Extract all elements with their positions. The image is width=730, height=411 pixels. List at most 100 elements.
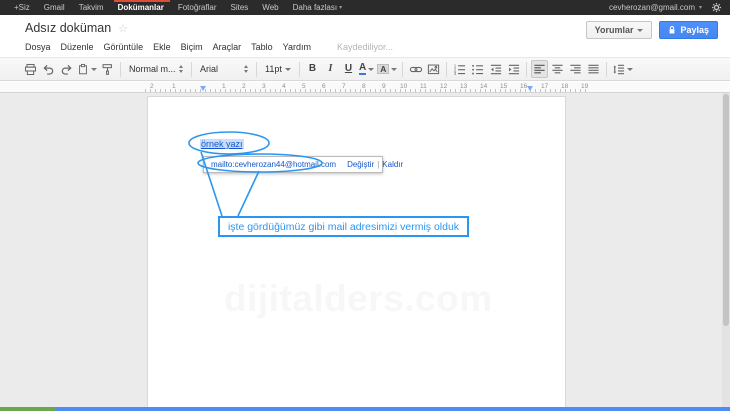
document-header: Adsız doküman ☆ Dosya Düzenle Görüntüle Ekl… (0, 15, 730, 57)
menu-item[interactable]: Düzenle (61, 42, 94, 52)
paint-format-button[interactable] (99, 60, 116, 78)
topbar-link[interactable]: Takvim (73, 0, 112, 15)
align-center-button[interactable] (549, 60, 566, 78)
ruler-number: 5 (302, 83, 306, 90)
toolbar-separator (191, 62, 192, 77)
link-change-button[interactable]: Değiştir (347, 160, 374, 169)
outdent-icon (489, 63, 502, 76)
video-progress-bar[interactable] (0, 407, 730, 411)
numbered-list-button[interactable]: 123 (451, 60, 468, 78)
topbar-link[interactable]: Gmail (38, 0, 73, 15)
toolbar-separator (120, 62, 121, 77)
right-indent-marker[interactable] (527, 86, 533, 91)
numbered-list-icon: 123 (453, 63, 466, 76)
redo-icon (60, 63, 73, 76)
lock-icon (668, 25, 676, 35)
highlight-color-button[interactable]: A (376, 60, 398, 78)
video-progress-played (0, 407, 55, 411)
account-email[interactable]: cevherozan@gmail.com (609, 3, 695, 12)
topbar-link[interactable]: Daha fazlası▾ (287, 0, 348, 15)
share-button[interactable]: Paylaş (659, 21, 718, 39)
menu-item[interactable]: Araçlar (213, 42, 242, 52)
align-justify-button[interactable] (585, 60, 602, 78)
toolbar-separator (446, 62, 447, 77)
image-icon (427, 63, 440, 76)
bulleted-list-button[interactable] (469, 60, 486, 78)
text-color-icon: A (359, 63, 366, 76)
highlight-icon: A (377, 64, 389, 75)
undo-button[interactable] (40, 60, 57, 78)
scrollbar-track[interactable] (722, 93, 730, 407)
menu-item[interactable]: Dosya (25, 42, 51, 52)
document-page[interactable]: dijitalders.com örnek yazı mailto:cevher… (147, 96, 566, 407)
gear-button[interactable] (711, 2, 722, 13)
ruler-number: 8 (362, 83, 366, 90)
underline-button[interactable]: U (340, 60, 357, 78)
ruler: 2112345678910111213141516171819 (0, 82, 730, 93)
menu-item[interactable]: Görüntüle (104, 42, 144, 52)
left-indent-marker[interactable] (200, 86, 206, 91)
paste-button[interactable] (76, 60, 98, 78)
saving-status: Kaydediliyor... (337, 42, 393, 52)
align-justify-icon (587, 63, 600, 76)
font-size-value: 11pt (265, 64, 282, 74)
styles-dropdown[interactable]: Normal m... (125, 60, 187, 78)
scrollbar-thumb[interactable] (723, 94, 729, 326)
ruler-number: 13 (460, 83, 467, 90)
topbar-link[interactable]: Web (256, 0, 286, 15)
styles-value: Normal m... (129, 64, 176, 74)
line-spacing-button[interactable] (611, 60, 634, 78)
indent-icon (507, 63, 520, 76)
star-icon[interactable]: ☆ (118, 22, 128, 35)
gear-icon (711, 2, 722, 13)
doc-title-row: Adsız doküman ☆ (25, 21, 128, 35)
ruler-number: 19 (581, 83, 588, 90)
underline-icon: U (345, 64, 352, 74)
redo-button[interactable] (58, 60, 75, 78)
italic-button[interactable]: I (322, 60, 339, 78)
text-color-button[interactable]: A (358, 60, 375, 78)
topbar-link[interactable]: Dokümanlar (112, 0, 172, 15)
selected-link-text[interactable]: örnek yazı (200, 139, 244, 149)
comments-button-label: Yorumlar (595, 25, 634, 35)
align-left-button[interactable] (531, 60, 548, 78)
ruler-number: 14 (480, 83, 487, 90)
link-remove-button[interactable]: Kaldır (382, 160, 403, 169)
topbar-link[interactable]: Sites (225, 0, 257, 15)
caret-down-icon (391, 68, 397, 71)
ruler-number: 9 (382, 83, 386, 90)
menu-item[interactable]: Tablo (251, 42, 273, 52)
link-bubble-url[interactable]: mailto:cevherozan44@hotmail.com (211, 160, 336, 169)
align-right-button[interactable] (567, 60, 584, 78)
insert-image-button[interactable] (425, 60, 442, 78)
caret-down-icon (91, 68, 97, 71)
ruler-number: 2 (242, 83, 246, 90)
outdent-button[interactable] (487, 60, 504, 78)
indent-button[interactable] (505, 60, 522, 78)
comments-button[interactable]: Yorumlar (586, 21, 653, 39)
document-title[interactable]: Adsız doküman (25, 21, 111, 35)
ruler-number: 3 (262, 83, 266, 90)
menu-item[interactable]: Biçim (181, 42, 203, 52)
ruler-number: 17 (541, 83, 548, 90)
topbar-link[interactable]: Fotoğraflar (172, 0, 225, 15)
align-right-icon (569, 63, 582, 76)
ruler-number: 7 (342, 83, 346, 90)
undo-icon (42, 63, 55, 76)
topbar-link[interactable]: +Siz (8, 0, 38, 15)
caret-down-icon (368, 68, 374, 71)
bold-button[interactable]: B (304, 60, 321, 78)
font-dropdown[interactable]: Arial (196, 60, 252, 78)
topbar-links: +SizGmailTakvimDokümanlarFotoğraflarSite… (8, 0, 348, 15)
menu-item[interactable]: Ekle (153, 42, 171, 52)
ruler-number: 18 (561, 83, 568, 90)
print-button[interactable] (22, 60, 39, 78)
ruler-number: 1 (172, 83, 176, 90)
ruler-number: 4 (282, 83, 286, 90)
font-size-dropdown[interactable]: 11pt (261, 60, 295, 78)
header-buttons: Yorumlar Paylaş (586, 21, 718, 39)
menu-item[interactable]: Yardım (283, 42, 311, 52)
paste-icon (77, 63, 89, 76)
line-spacing-icon (612, 63, 625, 76)
insert-link-button[interactable] (407, 60, 424, 78)
